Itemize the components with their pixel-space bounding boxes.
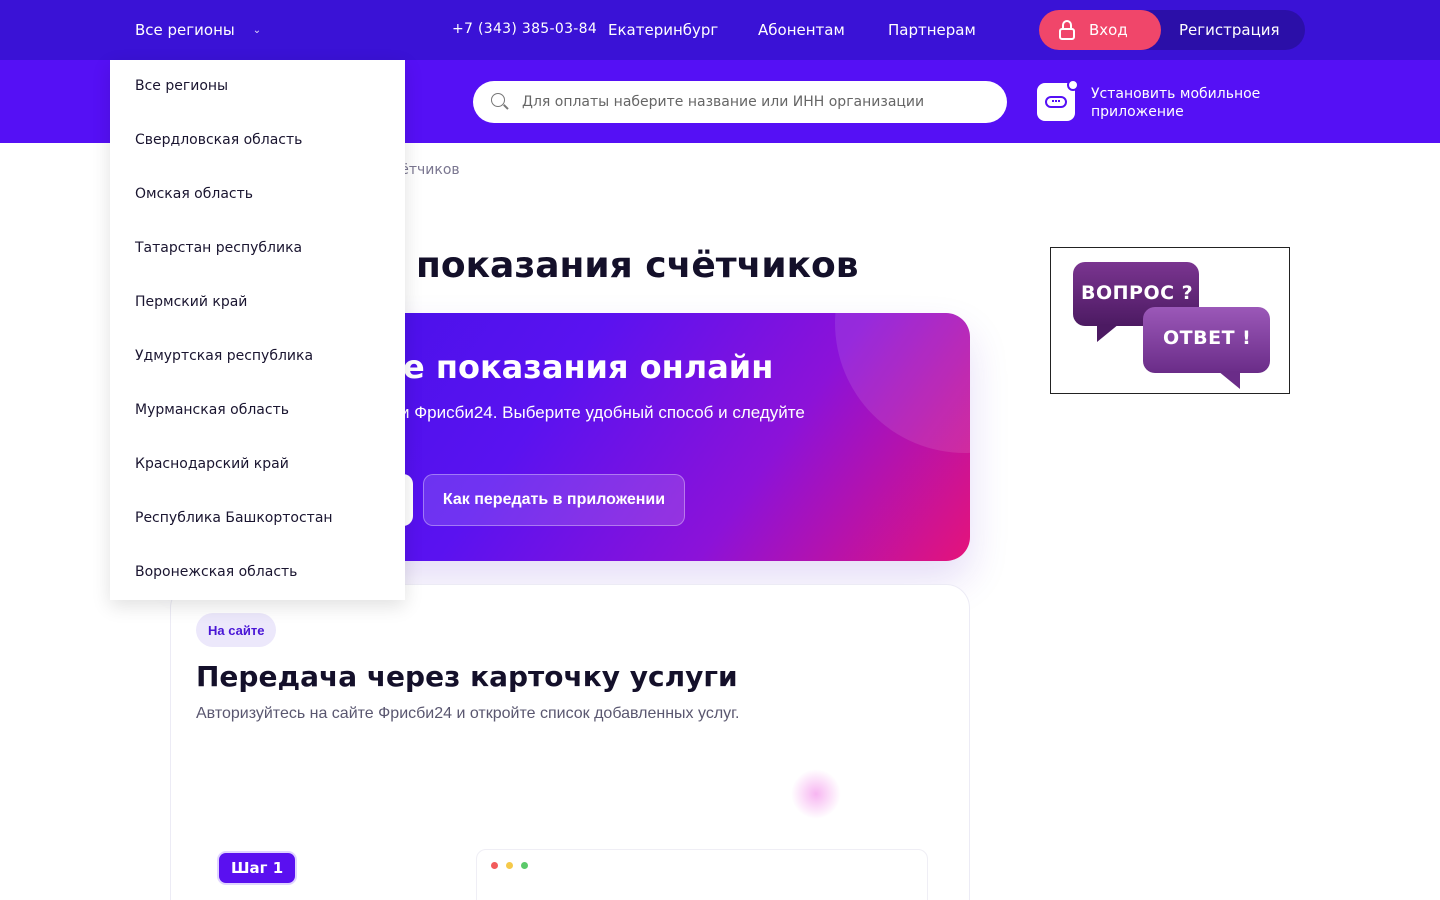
window-dot-red: [491, 862, 498, 869]
region-option[interactable]: Воронежская область: [135, 564, 297, 580]
chevron-down-icon: ⌄: [252, 24, 262, 36]
search-input[interactable]: [522, 94, 982, 110]
notification-dot: [1067, 79, 1079, 91]
answer-text: ОТВЕТ !: [1163, 327, 1252, 349]
phone-link[interactable]: +7 (343) 385-03-84: [452, 21, 597, 37]
nav-subscribers[interactable]: Абонентам: [758, 21, 845, 39]
region-option[interactable]: Мурманская область: [135, 402, 289, 418]
nav-partners[interactable]: Партнерам: [888, 21, 976, 39]
login-label: Вход: [1089, 21, 1128, 39]
login-button[interactable]: Вход: [1039, 10, 1161, 50]
region-option[interactable]: Республика Башкортостан: [135, 510, 333, 526]
region-option[interactable]: Пермский край: [135, 294, 247, 310]
hero-subtitle: и Фрисби24. Выберите удобный способ и сл…: [400, 403, 805, 422]
hero-title: е показания онлайн: [403, 348, 774, 386]
answer-bubble: ОТВЕТ !: [1143, 307, 1270, 389]
top-bar: Все регионы ⌄ +7 (343) 385-03-84 Екатери…: [0, 0, 1440, 60]
region-option[interactable]: Омская область: [135, 186, 253, 202]
city-selector[interactable]: Екатеринбург: [608, 21, 718, 39]
search-icon: [491, 93, 509, 111]
region-option[interactable]: Татарстан республика: [135, 240, 302, 256]
auth-group: Вход Регистрация: [1039, 10, 1305, 50]
card-title: Передача через карточку услуги: [196, 660, 738, 693]
region-selector-label: Все регионы: [135, 21, 235, 39]
region-selector[interactable]: Все регионы ⌄: [135, 21, 261, 39]
method-badge: На сайте: [196, 613, 277, 647]
card-description: Авторизуйтесь на сайте Фрисби24 и открой…: [196, 705, 740, 722]
region-option[interactable]: Все регионы: [135, 78, 228, 94]
window-dot-green: [521, 862, 528, 869]
region-option[interactable]: Свердловская область: [135, 132, 302, 148]
region-option[interactable]: Удмуртская республика: [135, 348, 313, 364]
search-box: [473, 81, 1007, 123]
app-instructions-button[interactable]: Как передать в приложении: [423, 474, 685, 526]
decorative-circle: [835, 313, 970, 453]
window-dot-yellow: [506, 862, 513, 869]
region-option[interactable]: Краснодарский край: [135, 456, 289, 472]
lock-icon: [1059, 20, 1075, 40]
faq-banner[interactable]: ВОПРОС ? ОТВЕТ !: [1050, 247, 1290, 394]
region-dropdown: Все регионы Свердловская область Омская …: [110, 60, 405, 600]
method-card: На сайте Передача через карточку услуги …: [170, 584, 970, 900]
mobile-app-icon[interactable]: [1037, 79, 1079, 121]
install-app-link[interactable]: Установить мобильное приложение: [1091, 85, 1291, 121]
page-title: показания счётчиков: [416, 245, 859, 286]
decorative-blur: [791, 769, 841, 819]
browser-mockup: [476, 849, 928, 900]
step-badge: Шаг 1: [219, 853, 296, 883]
question-text: ВОПРОС ?: [1081, 282, 1194, 304]
register-button[interactable]: Регистрация: [1179, 21, 1280, 39]
